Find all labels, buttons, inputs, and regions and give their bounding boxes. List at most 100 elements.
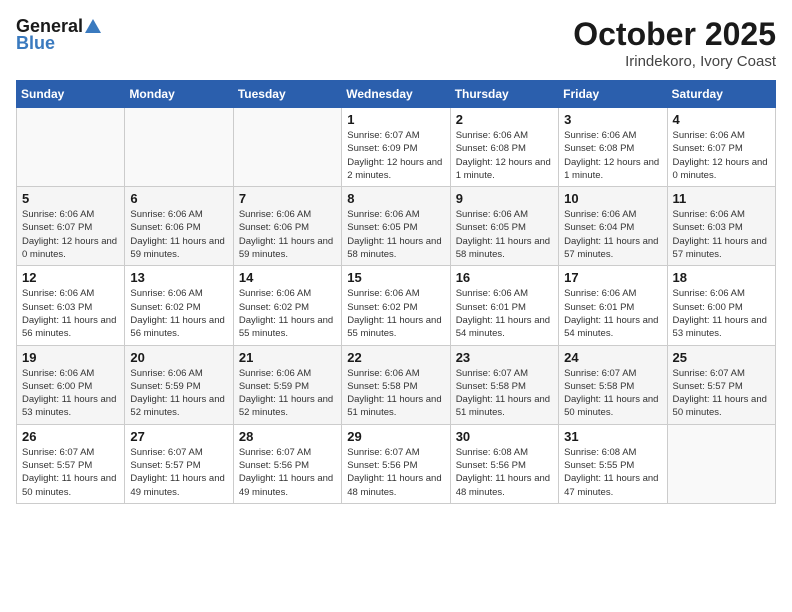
day-number: 19 xyxy=(22,350,119,365)
calendar-day-cell: 6 Sunrise: 6:06 AMSunset: 6:06 PMDaylight… xyxy=(125,187,233,266)
calendar-day-cell: 11 Sunrise: 6:06 AMSunset: 6:03 PMDayligh… xyxy=(667,187,775,266)
day-number: 22 xyxy=(347,350,444,365)
day-info: Sunrise: 6:07 AMSunset: 5:57 PMDaylight:… xyxy=(22,446,119,499)
day-info: Sunrise: 6:06 AMSunset: 6:02 PMDaylight:… xyxy=(130,287,227,340)
day-number: 15 xyxy=(347,270,444,285)
calendar-day-header: Sunday xyxy=(17,81,125,108)
day-number: 20 xyxy=(130,350,227,365)
calendar-day-cell: 18 Sunrise: 6:06 AMSunset: 6:00 PMDayligh… xyxy=(667,266,775,345)
day-info: Sunrise: 6:06 AMSunset: 6:08 PMDaylight:… xyxy=(456,129,553,182)
calendar-week-row: 1 Sunrise: 6:07 AMSunset: 6:09 PMDaylight… xyxy=(17,108,776,187)
day-info: Sunrise: 6:07 AMSunset: 5:57 PMDaylight:… xyxy=(130,446,227,499)
day-number: 9 xyxy=(456,191,553,206)
logo-icon xyxy=(85,19,101,33)
day-info: Sunrise: 6:06 AMSunset: 6:03 PMDaylight:… xyxy=(22,287,119,340)
day-number: 31 xyxy=(564,429,661,444)
day-info: Sunrise: 6:06 AMSunset: 6:02 PMDaylight:… xyxy=(347,287,444,340)
calendar-day-cell: 9 Sunrise: 6:06 AMSunset: 6:05 PMDaylight… xyxy=(450,187,558,266)
calendar-day-cell: 8Sunrise: 6:06 AMSunset: 6:05 PMDaylight… xyxy=(342,187,450,266)
day-number: 12 xyxy=(22,270,119,285)
calendar-day-cell: 31Sunrise: 6:08 AMSunset: 5:55 PMDayligh… xyxy=(559,424,667,503)
calendar-day-cell: 30Sunrise: 6:08 AMSunset: 5:56 PMDayligh… xyxy=(450,424,558,503)
day-info: Sunrise: 6:06 AMSunset: 6:00 PMDaylight:… xyxy=(22,367,119,420)
day-info: Sunrise: 6:07 AMSunset: 5:58 PMDaylight:… xyxy=(564,367,661,420)
calendar-day-cell: 12 Sunrise: 6:06 AMSunset: 6:03 PMDayligh… xyxy=(17,266,125,345)
calendar-day-cell: 10 Sunrise: 6:06 AMSunset: 6:04 PMDayligh… xyxy=(559,187,667,266)
day-info: Sunrise: 6:06 AMSunset: 6:02 PMDaylight:… xyxy=(239,287,336,340)
calendar-day-cell: 5Sunrise: 6:06 AMSunset: 6:07 PMDaylight… xyxy=(17,187,125,266)
day-number: 29 xyxy=(347,429,444,444)
calendar-day-cell: 28 Sunrise: 6:07 AMSunset: 5:56 PMDayligh… xyxy=(233,424,341,503)
calendar-day-cell xyxy=(125,108,233,187)
calendar-day-cell: 23 Sunrise: 6:07 AMSunset: 5:58 PMDayligh… xyxy=(450,345,558,424)
day-info: Sunrise: 6:07 AMSunset: 5:57 PMDaylight:… xyxy=(673,367,770,420)
calendar-day-header: Saturday xyxy=(667,81,775,108)
calendar-day-cell: 24 Sunrise: 6:07 AMSunset: 5:58 PMDayligh… xyxy=(559,345,667,424)
calendar-day-cell: 25Sunrise: 6:07 AMSunset: 5:57 PMDayligh… xyxy=(667,345,775,424)
day-number: 5 xyxy=(22,191,119,206)
calendar-day-header: Wednesday xyxy=(342,81,450,108)
day-number: 1 xyxy=(347,112,444,127)
calendar-day-cell: 26 Sunrise: 6:07 AMSunset: 5:57 PMDayligh… xyxy=(17,424,125,503)
day-info: Sunrise: 6:06 AMSunset: 6:05 PMDaylight:… xyxy=(456,208,553,261)
day-number: 4 xyxy=(673,112,770,127)
day-number: 14 xyxy=(239,270,336,285)
calendar-day-cell xyxy=(17,108,125,187)
calendar-day-cell: 13 Sunrise: 6:06 AMSunset: 6:02 PMDayligh… xyxy=(125,266,233,345)
calendar-day-cell xyxy=(667,424,775,503)
day-number: 11 xyxy=(673,191,770,206)
day-number: 30 xyxy=(456,429,553,444)
day-info: Sunrise: 6:06 AMSunset: 6:04 PMDaylight:… xyxy=(564,208,661,261)
day-info: Sunrise: 6:06 AMSunset: 6:08 PMDaylight:… xyxy=(564,129,661,182)
calendar-day-header: Tuesday xyxy=(233,81,341,108)
day-number: 2 xyxy=(456,112,553,127)
day-info: Sunrise: 6:07 AMSunset: 5:56 PMDaylight:… xyxy=(239,446,336,499)
day-number: 24 xyxy=(564,350,661,365)
logo: General Blue xyxy=(16,16,101,54)
day-number: 23 xyxy=(456,350,553,365)
day-number: 26 xyxy=(22,429,119,444)
calendar-table: SundayMondayTuesdayWednesdayThursdayFrid… xyxy=(16,80,776,504)
calendar-day-cell xyxy=(233,108,341,187)
day-number: 21 xyxy=(239,350,336,365)
calendar-day-header: Monday xyxy=(125,81,233,108)
calendar-day-cell: 4 Sunrise: 6:06 AMSunset: 6:07 PMDaylight… xyxy=(667,108,775,187)
calendar-day-cell: 27Sunrise: 6:07 AMSunset: 5:57 PMDayligh… xyxy=(125,424,233,503)
calendar-day-cell: 1 Sunrise: 6:07 AMSunset: 6:09 PMDaylight… xyxy=(342,108,450,187)
day-number: 3 xyxy=(564,112,661,127)
calendar-day-cell: 14 Sunrise: 6:06 AMSunset: 6:02 PMDayligh… xyxy=(233,266,341,345)
calendar-week-row: 12 Sunrise: 6:06 AMSunset: 6:03 PMDayligh… xyxy=(17,266,776,345)
day-number: 16 xyxy=(456,270,553,285)
day-number: 18 xyxy=(673,270,770,285)
day-number: 10 xyxy=(564,191,661,206)
day-info: Sunrise: 6:06 AMSunset: 5:58 PMDaylight:… xyxy=(347,367,444,420)
calendar-week-row: 26 Sunrise: 6:07 AMSunset: 5:57 PMDayligh… xyxy=(17,424,776,503)
calendar-day-cell: 15 Sunrise: 6:06 AMSunset: 6:02 PMDayligh… xyxy=(342,266,450,345)
header: General Blue October 2025 Irindekoro, Iv… xyxy=(16,16,776,70)
day-info: Sunrise: 6:06 AMSunset: 6:00 PMDaylight:… xyxy=(673,287,770,340)
calendar-day-cell: 19 Sunrise: 6:06 AMSunset: 6:00 PMDayligh… xyxy=(17,345,125,424)
day-info: Sunrise: 6:06 AMSunset: 6:06 PMDaylight:… xyxy=(130,208,227,261)
day-info: Sunrise: 6:07 AMSunset: 6:09 PMDaylight:… xyxy=(347,129,444,182)
calendar-subtitle: Irindekoro, Ivory Coast xyxy=(573,53,776,70)
calendar-day-cell: 3 Sunrise: 6:06 AMSunset: 6:08 PMDaylight… xyxy=(559,108,667,187)
calendar-day-cell: 17Sunrise: 6:06 AMSunset: 6:01 PMDayligh… xyxy=(559,266,667,345)
day-info: Sunrise: 6:06 AMSunset: 6:03 PMDaylight:… xyxy=(673,208,770,261)
calendar-day-header: Thursday xyxy=(450,81,558,108)
calendar-day-cell: 29Sunrise: 6:07 AMSunset: 5:56 PMDayligh… xyxy=(342,424,450,503)
calendar-day-cell: 7Sunrise: 6:06 AMSunset: 6:06 PMDaylight… xyxy=(233,187,341,266)
day-number: 28 xyxy=(239,429,336,444)
calendar-day-header: Friday xyxy=(559,81,667,108)
calendar-day-cell: 20Sunrise: 6:06 AMSunset: 5:59 PMDayligh… xyxy=(125,345,233,424)
calendar-week-row: 19 Sunrise: 6:06 AMSunset: 6:00 PMDayligh… xyxy=(17,345,776,424)
day-info: Sunrise: 6:06 AMSunset: 6:01 PMDaylight:… xyxy=(456,287,553,340)
title-block: October 2025 Irindekoro, Ivory Coast xyxy=(573,16,776,70)
calendar-header-row: SundayMondayTuesdayWednesdayThursdayFrid… xyxy=(17,81,776,108)
day-info: Sunrise: 6:07 AMSunset: 5:58 PMDaylight:… xyxy=(456,367,553,420)
day-number: 13 xyxy=(130,270,227,285)
calendar-title: October 2025 xyxy=(573,16,776,53)
calendar-day-cell: 22 Sunrise: 6:06 AMSunset: 5:58 PMDayligh… xyxy=(342,345,450,424)
day-number: 6 xyxy=(130,191,227,206)
logo-blue-text: Blue xyxy=(16,33,55,54)
day-info: Sunrise: 6:06 AMSunset: 6:07 PMDaylight:… xyxy=(673,129,770,182)
